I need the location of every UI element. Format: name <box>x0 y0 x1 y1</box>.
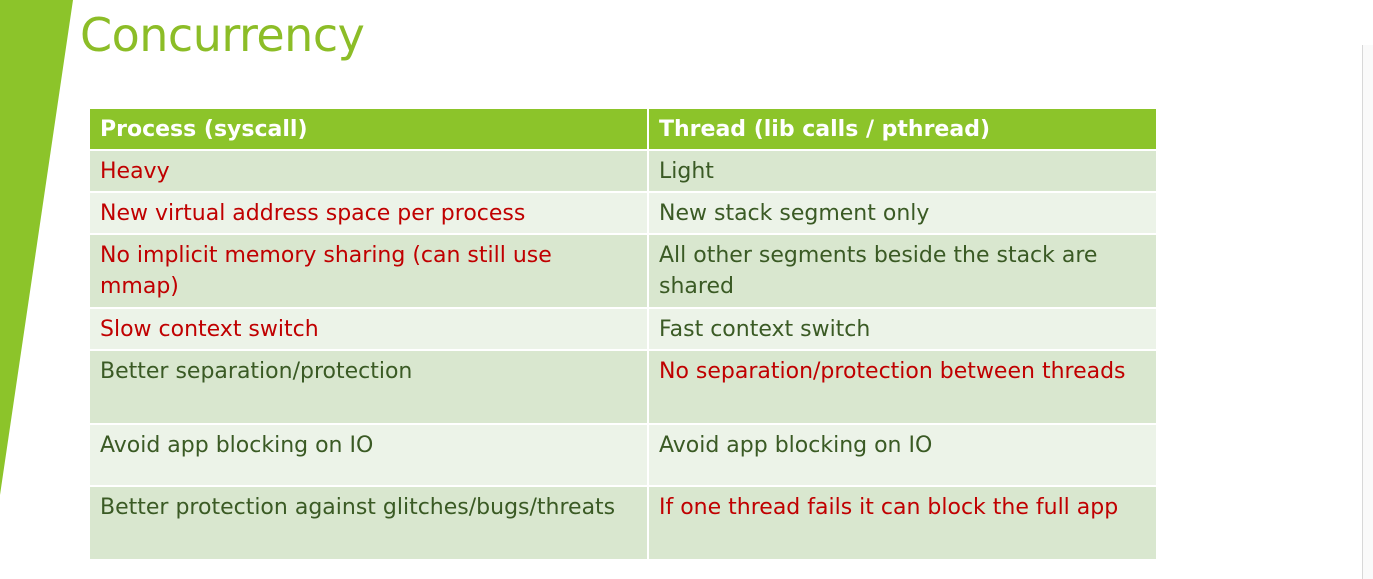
cell-text: Avoid app blocking on IO <box>100 433 374 458</box>
table-row: Avoid app blocking on IO Avoid app block… <box>88 423 1158 487</box>
cell-text: Slow context switch <box>100 317 319 342</box>
table-row: No implicit memory sharing (can still us… <box>88 233 1158 309</box>
thread-cell: All other segments beside the stack are … <box>647 233 1158 309</box>
comparison-table: Process (syscall) Thread (lib calls / pt… <box>88 107 1158 561</box>
cell-text: New stack segment only <box>659 201 930 226</box>
process-cell: Slow context switch <box>88 307 649 351</box>
table-header-row: Process (syscall) Thread (lib calls / pt… <box>88 107 1158 151</box>
thread-cell: Fast context switch <box>647 307 1158 351</box>
process-cell: No implicit memory sharing (can still us… <box>88 233 649 309</box>
cell-text: No separation/protection between threads <box>659 359 1126 384</box>
cell-text: If one thread fails it can block the ful… <box>659 495 1119 520</box>
slide-edge <box>1362 45 1373 579</box>
thread-cell: If one thread fails it can block the ful… <box>647 485 1158 561</box>
cell-text: All other segments beside the stack are … <box>659 243 1098 299</box>
process-cell: Better protection against glitches/bugs/… <box>88 485 649 561</box>
table-row: Slow context switch Fast context switch <box>88 307 1158 351</box>
cell-text: Avoid app blocking on IO <box>659 433 933 458</box>
thread-cell: New stack segment only <box>647 191 1158 235</box>
cell-text: Better separation/protection <box>100 359 413 384</box>
table-row: Better separation/protection No separati… <box>88 349 1158 425</box>
cell-text: Heavy <box>100 159 170 184</box>
cell-text: Light <box>659 159 714 184</box>
process-cell: Heavy <box>88 149 649 193</box>
table-row: New virtual address space per process Ne… <box>88 191 1158 235</box>
thread-cell: Avoid app blocking on IO <box>647 423 1158 487</box>
process-cell: Avoid app blocking on IO <box>88 423 649 487</box>
process-cell: New virtual address space per process <box>88 191 649 235</box>
table-row: Better protection against glitches/bugs/… <box>88 485 1158 561</box>
cell-text: Fast context switch <box>659 317 871 342</box>
header-thread: Thread (lib calls / pthread) <box>647 107 1158 151</box>
slide-title: Concurrency <box>80 8 365 62</box>
thread-cell: Light <box>647 149 1158 193</box>
cell-text: Better protection against glitches/bugs/… <box>100 495 616 520</box>
thread-cell: No separation/protection between threads <box>647 349 1158 425</box>
table-row: Heavy Light <box>88 149 1158 193</box>
header-process: Process (syscall) <box>88 107 649 151</box>
process-cell: Better separation/protection <box>88 349 649 425</box>
cell-text: New virtual address space per process <box>100 201 526 226</box>
accent-bar <box>0 0 73 495</box>
cell-text: No implicit memory sharing (can still us… <box>100 243 552 299</box>
